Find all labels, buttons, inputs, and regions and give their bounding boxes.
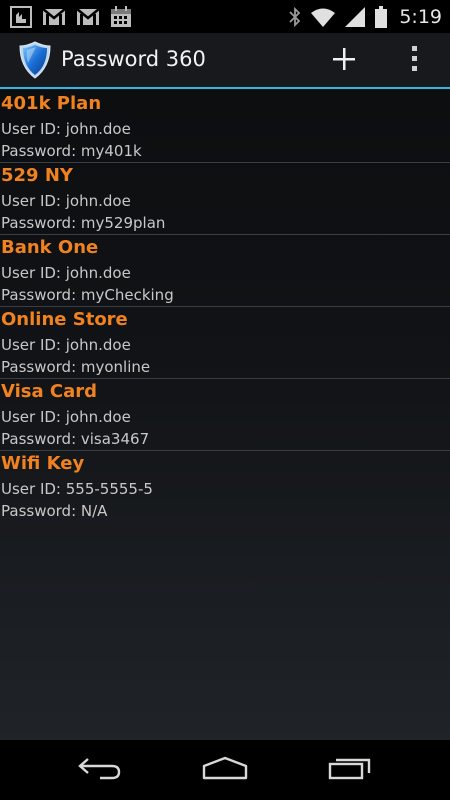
entry-user-id: User ID: john.doe [1,408,131,426]
password-list: 401k Plan User ID: john.doe Password: my… [0,91,450,523]
bluetooth-icon [289,6,301,27]
usb-debug-icon [10,5,32,28]
add-icon [332,47,356,75]
calendar-icon [110,5,132,28]
recent-apps-button[interactable] [320,756,380,784]
navigation-bar [0,740,450,800]
recent-apps-icon [328,756,372,784]
gmail-icon [42,7,66,26]
gmail-icon [76,7,100,26]
status-bar: 5:19 [0,0,450,33]
list-item[interactable]: Wifi Key User ID: 555-5555-5 Password: N… [0,451,450,523]
action-bar: Password 360 [0,33,450,89]
add-button[interactable] [326,43,362,79]
home-icon [201,756,249,784]
list-item[interactable]: Bank One User ID: john.doe Password: myC… [0,235,450,307]
entry-user-id: User ID: 555-5555-5 [1,480,153,498]
list-item[interactable]: 529 NY User ID: john.doe Password: my529… [0,163,450,235]
entry-user-id: User ID: john.doe [1,120,131,138]
home-button[interactable] [195,756,255,784]
entry-name: Online Store [1,309,128,330]
list-item[interactable]: Online Store User ID: john.doe Password:… [0,307,450,379]
entry-name: Bank One [1,237,99,258]
list-item[interactable]: 401k Plan User ID: john.doe Password: my… [0,91,450,163]
entry-name: 529 NY [1,165,73,186]
entry-password: Password: myonline [1,358,151,376]
entry-password: Password: N/A [1,502,108,520]
screen: 5:19 Password 360 401k Plan User ID: joh… [0,0,450,800]
back-icon [78,755,122,785]
system-icons: 5:19 [289,5,442,28]
app-title: Password 360 [61,47,206,71]
entry-name: 401k Plan [1,93,102,114]
notification-icons [10,5,132,28]
battery-icon [375,5,388,28]
entry-password: Password: myChecking [1,286,174,304]
wifi-icon [311,7,336,27]
entry-password: Password: my529plan [1,214,166,232]
clock: 5:19 [399,5,442,28]
entry-user-id: User ID: john.doe [1,264,131,282]
signal-icon [345,6,366,27]
entry-user-id: User ID: john.doe [1,192,131,210]
overflow-menu-icon [412,46,418,76]
back-button[interactable] [70,756,130,784]
entry-password: Password: my401k [1,142,142,160]
entry-password: Password: visa3467 [1,430,150,448]
entry-name: Wifi Key [1,453,85,474]
overflow-menu-button[interactable] [400,43,430,79]
list-item[interactable]: Visa Card User ID: john.doe Password: vi… [0,379,450,451]
entry-user-id: User ID: john.doe [1,336,131,354]
shield-icon[interactable] [19,41,51,83]
entry-name: Visa Card [1,381,98,402]
